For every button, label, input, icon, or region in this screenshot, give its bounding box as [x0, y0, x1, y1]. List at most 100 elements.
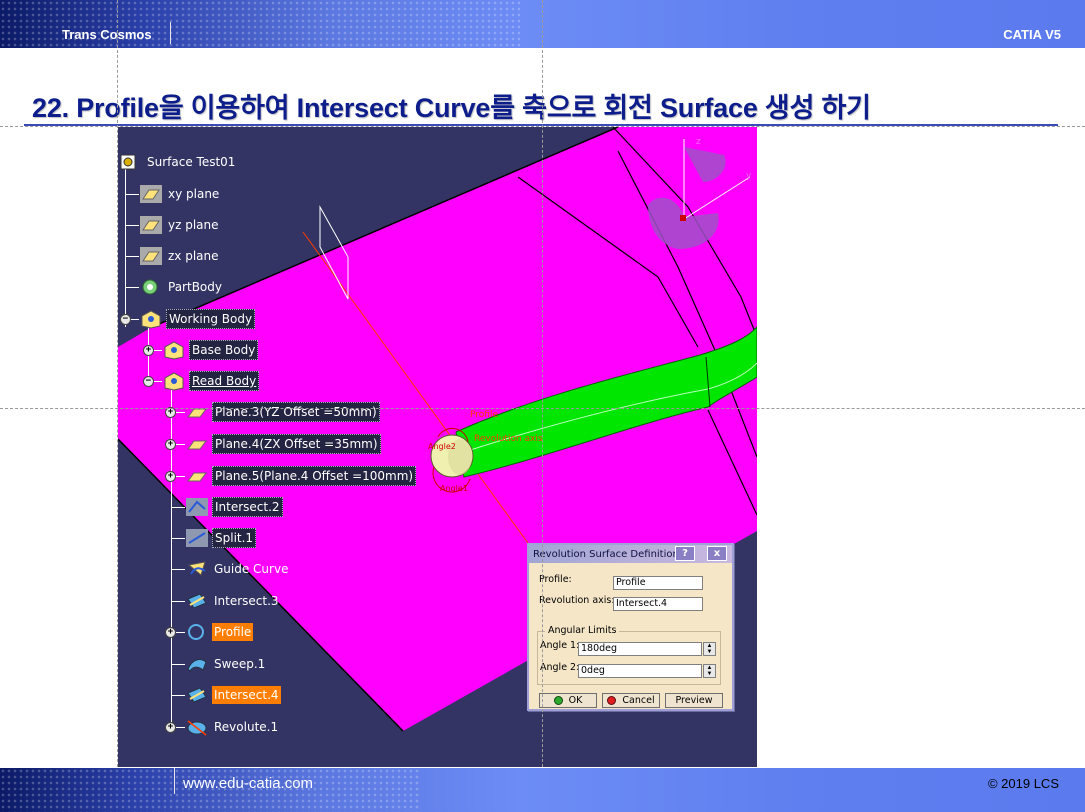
tree-item-label: Intersect.4 — [212, 686, 281, 704]
dialog-title: Revolution Surface Definition — [533, 548, 679, 560]
tree-connector — [171, 601, 185, 602]
profile-annotation: Profile — [470, 410, 498, 420]
guide-line — [542, 0, 543, 812]
tree-connector — [125, 287, 139, 288]
ok-button[interactable]: OK — [539, 693, 597, 708]
collapse-toggle[interactable]: − — [120, 314, 131, 325]
cancel-button-label: Cancel — [622, 695, 655, 706]
plane-icon — [185, 434, 209, 454]
tree-item-label: Plane.3(YZ Offset =50mm) — [212, 402, 380, 422]
angle1-field[interactable]: 180deg — [578, 642, 702, 656]
tree-item-working-body[interactable]: Working Body — [139, 309, 256, 329]
body-icon — [139, 309, 163, 329]
angle1-spinner[interactable]: ▲ ▼ — [703, 642, 716, 656]
angle2-spinner[interactable]: ▲ ▼ — [703, 664, 716, 678]
tree-item-label: Sweep.1 — [214, 657, 266, 671]
circle-icon — [185, 622, 209, 642]
guide-line — [117, 0, 118, 812]
tree-connector — [171, 695, 185, 696]
tree-item-intersect-4[interactable]: Intersect.4 — [185, 685, 281, 705]
header-brand: Trans Cosmos — [62, 27, 152, 42]
footer-band: www.edu-catia.com © 2019 LCS — [0, 768, 1085, 812]
angle2-label: Angle 2: — [540, 662, 580, 673]
cancel-button[interactable]: Cancel — [602, 693, 660, 708]
tree-item-plane-5[interactable]: Plane.5(Plane.4 Offset =100mm) — [185, 466, 417, 486]
footer-copyright: © 2019 LCS — [987, 776, 1059, 791]
tree-item-yz-plane[interactable]: yz plane — [139, 215, 221, 235]
part-icon — [118, 152, 142, 172]
tree-connector — [171, 507, 185, 508]
tree-item-intersect-3[interactable]: Intersect.3 — [185, 591, 281, 611]
plane-icon — [185, 466, 209, 486]
expand-toggle[interactable]: + — [165, 722, 176, 733]
angle2-field[interactable]: 0deg — [578, 664, 702, 678]
expand-toggle[interactable]: + — [143, 345, 154, 356]
compass-label-z: z — [696, 137, 701, 147]
tree-item-label: xy plane — [168, 187, 220, 201]
tree-item-label: Plane.4(ZX Offset =35mm) — [212, 434, 381, 454]
intersect-icon — [185, 685, 209, 705]
help-button[interactable]: ? — [675, 546, 695, 561]
body-icon — [162, 340, 186, 360]
revolution-axis-field[interactable]: Intersect.4 — [613, 597, 703, 611]
tree-item-label: Read Body — [189, 371, 260, 391]
compass-label-y: y — [746, 171, 752, 181]
tree-item-label: Revolute.1 — [214, 720, 279, 734]
body-icon — [162, 371, 186, 391]
revolute-icon — [185, 717, 209, 737]
close-button[interactable]: x — [707, 546, 727, 561]
spec-tree[interactable]: Surface Test01 xy plane yz plane zx plan… — [118, 127, 418, 767]
intersect-icon — [185, 591, 209, 611]
sweep-icon — [185, 654, 209, 674]
plane-icon — [185, 402, 209, 422]
tree-item-label: Plane.5(Plane.4 Offset =100mm) — [212, 466, 417, 486]
profile-field[interactable]: Profile — [613, 576, 703, 590]
tree-item-label: Guide Curve — [214, 562, 289, 576]
plane-icon — [139, 246, 163, 266]
cancel-status-icon — [607, 696, 617, 705]
tree-item-plane-4[interactable]: Plane.4(ZX Offset =35mm) — [185, 434, 381, 454]
tree-item-label: Split.1 — [212, 528, 257, 548]
expand-toggle[interactable]: + — [165, 627, 176, 638]
tree-item-sweep-1[interactable]: Sweep.1 — [185, 654, 267, 674]
collapse-toggle[interactable]: − — [143, 376, 154, 387]
tree-item-split-1[interactable]: Split.1 — [185, 528, 257, 548]
dialog-titlebar[interactable]: Revolution Surface Definition — [529, 545, 732, 563]
tree-item-partbody[interactable]: PartBody — [139, 277, 224, 297]
tree-item-label: yz plane — [168, 218, 219, 232]
profile-label: Profile: — [539, 574, 572, 585]
intersect-icon — [185, 497, 209, 517]
tree-item-read-body[interactable]: Read Body — [162, 371, 260, 391]
catia-viewport[interactable]: z y Profile Revolution axis Angle1 Angle… — [118, 127, 757, 767]
tree-connector — [125, 225, 139, 226]
slide-title: 22. Profile을 이용하여 Intersect Curve를 축으로 회… — [32, 93, 871, 123]
expand-toggle[interactable]: + — [165, 471, 176, 482]
revolution-surface-dialog[interactable]: Revolution Surface Definition ? x Profil… — [527, 543, 734, 711]
tree-item-plane-3[interactable]: Plane.3(YZ Offset =50mm) — [185, 402, 380, 422]
plane-icon — [139, 184, 163, 204]
tree-connector — [171, 538, 185, 539]
angle2-annotation: Angle2 — [428, 442, 456, 451]
tree-item-label: Base Body — [189, 340, 259, 360]
tree-item-xy-plane[interactable]: xy plane — [139, 184, 221, 204]
tree-item-label: Intersect.3 — [214, 594, 279, 608]
tree-connector — [171, 569, 185, 570]
footer-url-link[interactable]: www.edu-catia.com — [183, 775, 313, 792]
axis-annotation: Revolution axis — [474, 434, 543, 444]
tree-item-intersect-2[interactable]: Intersect.2 — [185, 497, 283, 517]
curve-icon — [185, 559, 209, 579]
angle1-label: Angle 1: — [540, 640, 580, 651]
tree-item-revolute-1[interactable]: Revolute.1 — [185, 717, 280, 737]
expand-toggle[interactable]: + — [165, 439, 176, 450]
tree-item-base-body[interactable]: Base Body — [162, 340, 259, 360]
tree-item-profile[interactable]: Profile — [185, 622, 254, 642]
tree-item-label: Intersect.2 — [212, 497, 283, 517]
tree-item-zx-plane[interactable]: zx plane — [139, 246, 221, 266]
tree-root[interactable]: Surface Test01 — [118, 152, 237, 172]
preview-button[interactable]: Preview — [665, 693, 723, 708]
tree-connector — [171, 664, 185, 665]
ok-button-label: OK — [568, 695, 583, 706]
angular-limits-title: Angular Limits — [545, 625, 620, 636]
header-separator — [170, 22, 171, 44]
tree-item-guide-curve[interactable]: Guide Curve — [185, 559, 290, 579]
